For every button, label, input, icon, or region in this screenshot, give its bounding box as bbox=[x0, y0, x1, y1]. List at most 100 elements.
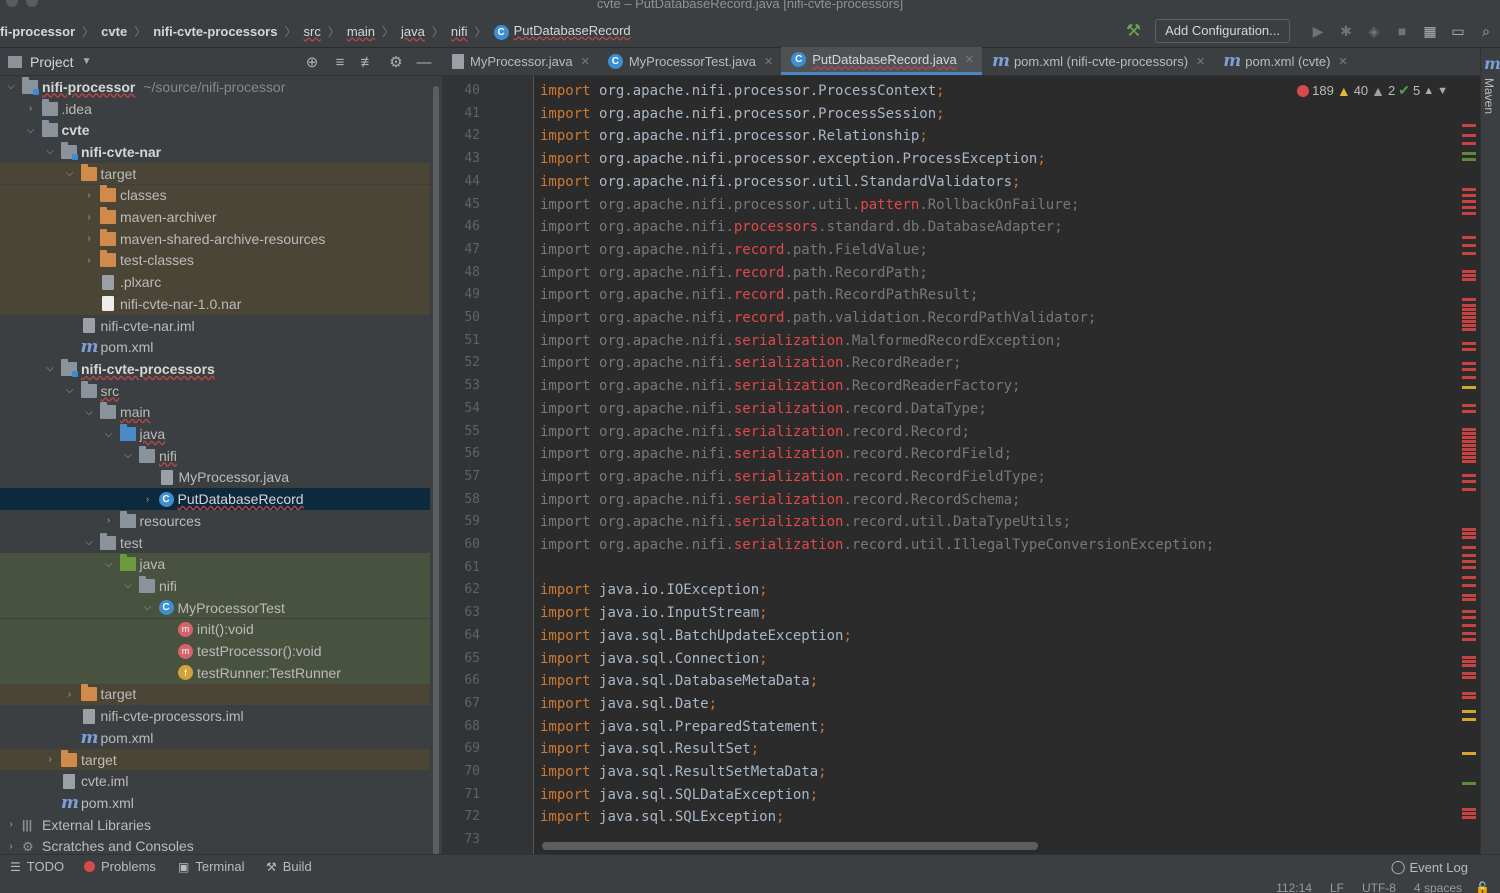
problem-marker[interactable] bbox=[1462, 278, 1476, 281]
maven-icon[interactable]: m bbox=[1484, 54, 1500, 73]
tree-item[interactable]: ⌵ nifi bbox=[0, 445, 430, 467]
tree-item[interactable]: m pom.xml bbox=[0, 792, 430, 814]
tree-item[interactable]: ⌵ target bbox=[0, 162, 430, 185]
locate-icon[interactable]: ⊕ bbox=[298, 53, 326, 71]
problem-marker[interactable] bbox=[1462, 672, 1476, 675]
problem-marker[interactable] bbox=[1462, 460, 1476, 463]
breadcrumb-item[interactable]: C PutDatabaseRecord bbox=[493, 23, 631, 40]
build-hammer-icon[interactable]: ⚒ bbox=[1126, 21, 1141, 41]
problem-marker[interactable] bbox=[1462, 308, 1476, 311]
next-problem-icon[interactable]: ▼ bbox=[1437, 85, 1448, 97]
chevron-right-icon[interactable]: › bbox=[63, 689, 77, 700]
error-stripe[interactable] bbox=[1456, 76, 1478, 854]
editor-tab[interactable]: m pom.xml (nifi-cvte-processors) ✕ bbox=[982, 47, 1213, 75]
editor-tab[interactable]: MyProcessor.java ✕ bbox=[442, 47, 598, 75]
problem-marker[interactable] bbox=[1462, 696, 1476, 699]
chevron-right-icon[interactable]: › bbox=[82, 233, 96, 244]
problem-marker[interactable] bbox=[1462, 474, 1476, 477]
close-tab-icon[interactable]: ✕ bbox=[965, 53, 974, 66]
tree-item[interactable]: ⌵ src bbox=[0, 380, 430, 402]
tree-item[interactable]: › C PutDatabaseRecord bbox=[0, 488, 430, 510]
problem-marker[interactable] bbox=[1462, 710, 1476, 713]
chevron-right-icon[interactable]: › bbox=[82, 255, 96, 266]
project-view-selector[interactable]: Project ▼ bbox=[8, 54, 91, 70]
tree-item[interactable]: › maven-archiver bbox=[0, 206, 430, 228]
problem-marker[interactable] bbox=[1462, 252, 1476, 255]
tree-item[interactable]: ⌵ test bbox=[0, 532, 430, 554]
problem-marker[interactable] bbox=[1462, 660, 1476, 663]
horizontal-scrollbar[interactable] bbox=[542, 842, 1038, 850]
problem-marker[interactable] bbox=[1462, 632, 1476, 635]
problem-marker[interactable] bbox=[1462, 718, 1476, 721]
chevron-right-icon[interactable]: › bbox=[24, 103, 38, 114]
tree-item[interactable]: › ⚙ Scratches and Consoles bbox=[0, 836, 430, 854]
tree-item[interactable]: .plxarc bbox=[0, 271, 430, 293]
tree-item[interactable]: m pom.xml bbox=[0, 336, 430, 358]
problem-marker[interactable] bbox=[1462, 410, 1476, 413]
problems-tool-button[interactable]: Problems bbox=[84, 859, 156, 874]
maven-tool-button[interactable]: Maven bbox=[1482, 78, 1496, 114]
problem-marker[interactable] bbox=[1462, 440, 1476, 443]
tree-item[interactable]: ⌵ nifi-cvte-processors bbox=[0, 358, 430, 380]
tree-item[interactable]: ⌵ java bbox=[0, 423, 430, 445]
problem-marker[interactable] bbox=[1462, 124, 1476, 127]
breadcrumb-item[interactable]: fi-processor bbox=[0, 24, 75, 39]
problem-marker[interactable] bbox=[1462, 298, 1476, 301]
project-structure-icon[interactable]: ▦ bbox=[1416, 23, 1444, 40]
project-tree[interactable]: ⌵ nifi-processor ~/source/nifi-processor ›.… bbox=[0, 76, 430, 854]
tree-item[interactable]: › resources bbox=[0, 510, 430, 532]
event-log-button[interactable]: ◯ Event Log bbox=[1391, 859, 1468, 875]
problem-marker[interactable] bbox=[1462, 560, 1476, 563]
stop-icon[interactable]: ■ bbox=[1388, 23, 1416, 39]
build-tool-button[interactable]: ⚒ Build bbox=[266, 859, 312, 874]
breadcrumb-item[interactable]: java bbox=[401, 24, 425, 39]
problem-marker[interactable] bbox=[1462, 428, 1476, 431]
problem-marker[interactable] bbox=[1462, 536, 1476, 539]
problem-marker[interactable] bbox=[1462, 594, 1476, 597]
problem-marker[interactable] bbox=[1462, 566, 1476, 569]
problem-marker[interactable] bbox=[1462, 528, 1476, 531]
chevron-down-icon[interactable]: ⌵ bbox=[121, 450, 135, 461]
tree-item[interactable]: f testRunner:TestRunner bbox=[0, 661, 430, 684]
close-tab-icon[interactable]: ✕ bbox=[1196, 55, 1205, 68]
caret-position[interactable]: 112:14 bbox=[1276, 881, 1312, 893]
chevron-down-icon[interactable]: ⌵ bbox=[141, 602, 155, 613]
tree-item[interactable]: ⌵ main bbox=[0, 402, 430, 424]
chevron-down-icon[interactable]: ⌵ bbox=[121, 580, 135, 591]
tree-item[interactable]: › test-classes bbox=[0, 249, 430, 272]
chevron-down-icon[interactable]: ⌵ bbox=[43, 363, 57, 374]
tree-item[interactable]: ⌵ nifi-cvte-nar bbox=[0, 141, 430, 163]
tree-item[interactable]: › ||| External Libraries bbox=[0, 814, 430, 836]
indent-setting[interactable]: 4 spaces bbox=[1414, 881, 1462, 893]
problem-marker[interactable] bbox=[1462, 656, 1476, 659]
problem-marker[interactable] bbox=[1462, 270, 1476, 273]
problem-marker[interactable] bbox=[1462, 200, 1476, 203]
add-configuration-button[interactable]: Add Configuration... bbox=[1155, 19, 1290, 43]
tree-item[interactable]: cvte.iml bbox=[0, 770, 430, 792]
close-tab-icon[interactable]: ✕ bbox=[1338, 55, 1347, 68]
problem-marker[interactable] bbox=[1462, 638, 1476, 641]
problem-marker[interactable] bbox=[1462, 456, 1476, 459]
problem-marker[interactable] bbox=[1462, 624, 1476, 627]
problem-marker[interactable] bbox=[1462, 546, 1476, 549]
close-tab-icon[interactable]: ✕ bbox=[581, 55, 590, 68]
tree-item[interactable]: nifi-cvte-processors.iml bbox=[0, 705, 430, 727]
problem-marker[interactable] bbox=[1462, 488, 1476, 491]
problem-marker[interactable] bbox=[1462, 812, 1476, 815]
chevron-right-icon[interactable]: › bbox=[82, 190, 96, 201]
file-encoding[interactable]: UTF-8 bbox=[1362, 881, 1396, 893]
problem-marker[interactable] bbox=[1462, 274, 1476, 277]
problem-marker[interactable] bbox=[1462, 362, 1476, 365]
problem-marker[interactable] bbox=[1462, 188, 1476, 191]
problem-marker[interactable] bbox=[1462, 432, 1476, 435]
chevron-right-icon[interactable]: › bbox=[4, 819, 18, 830]
tree-item[interactable]: › .idea bbox=[0, 98, 430, 120]
problem-marker[interactable] bbox=[1462, 328, 1476, 331]
chevron-down-icon[interactable]: ⌵ bbox=[82, 407, 96, 418]
chevron-down-icon[interactable]: ⌵ bbox=[4, 81, 18, 92]
hide-icon[interactable]: — bbox=[410, 54, 438, 71]
editor-tab[interactable]: C MyProcessorTest.java ✕ bbox=[598, 47, 781, 75]
problem-marker[interactable] bbox=[1462, 598, 1476, 601]
problem-marker[interactable] bbox=[1462, 532, 1476, 535]
problem-marker[interactable] bbox=[1462, 316, 1476, 319]
